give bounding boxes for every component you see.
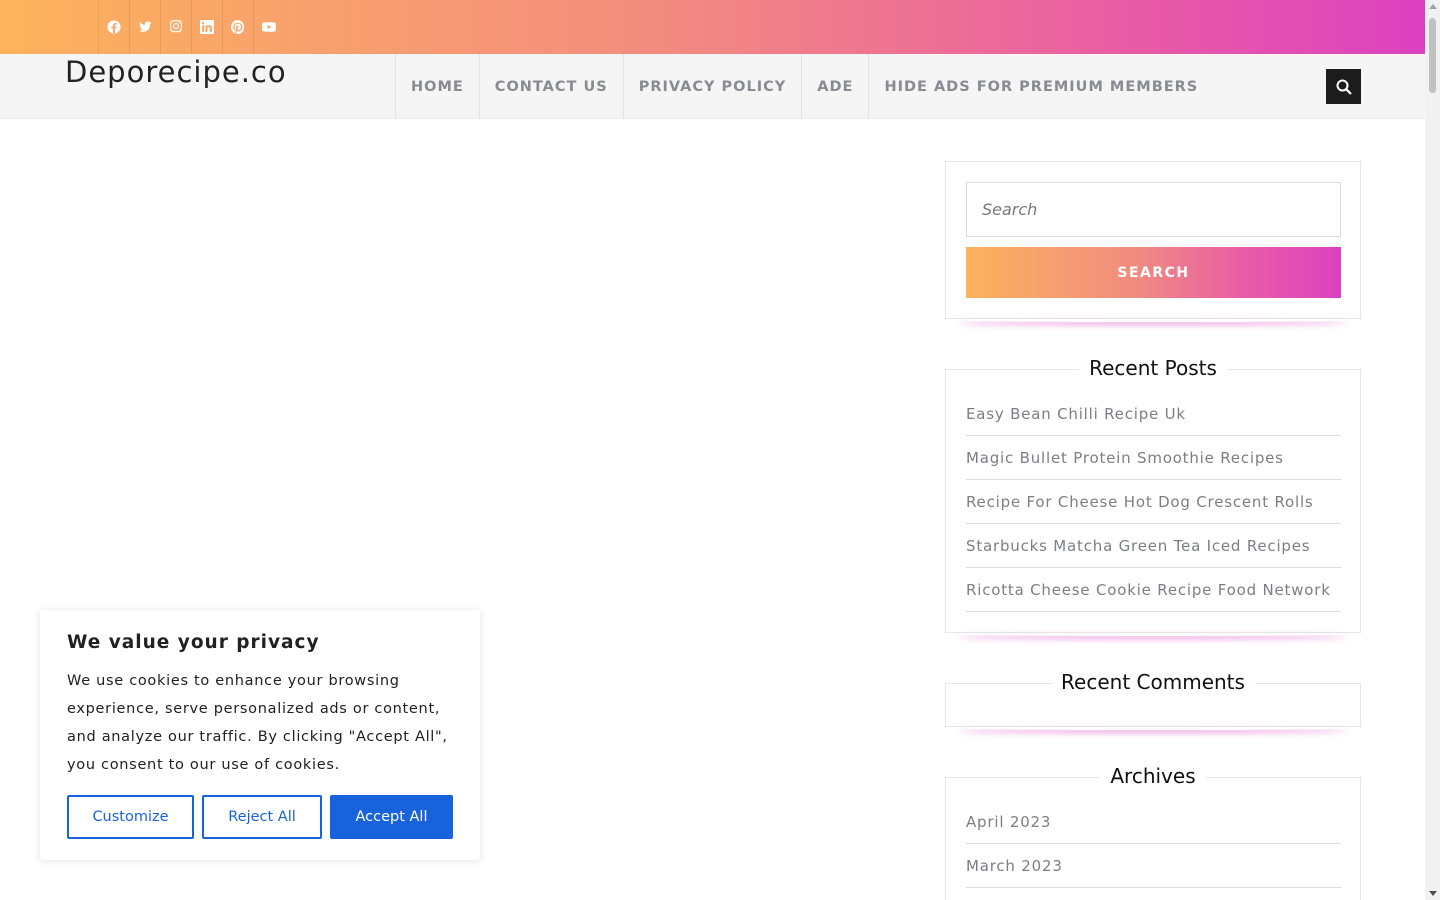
cookie-consent-banner: We value your privacy We use cookies to …	[40, 610, 480, 860]
pinterest-icon[interactable]	[222, 0, 253, 54]
archive-link[interactable]: March 2023	[966, 844, 1341, 888]
accept-all-button[interactable]: Accept All	[330, 795, 453, 839]
reject-all-button[interactable]: Reject All	[202, 795, 322, 839]
twitter-icon[interactable]	[129, 0, 160, 54]
nav-item-ade[interactable]: ADE	[801, 54, 868, 119]
youtube-icon[interactable]	[253, 0, 284, 54]
archives-title-wrap: Archives	[946, 764, 1360, 788]
nav-item-home[interactable]: HOME	[395, 54, 479, 119]
archives-list: April 2023 March 2023	[966, 800, 1341, 888]
recent-post-link[interactable]: Starbucks Matcha Green Tea Iced Recipes	[966, 524, 1341, 568]
recent-comments-title-wrap: Recent Comments	[946, 670, 1360, 694]
recent-post-link[interactable]: Ricotta Cheese Cookie Recipe Food Networ…	[966, 568, 1341, 612]
recent-post-link[interactable]: Recipe For Cheese Hot Dog Crescent Rolls	[966, 480, 1341, 524]
instagram-icon[interactable]	[160, 0, 191, 54]
recent-post-link[interactable]: Easy Bean Chilli Recipe Uk	[966, 392, 1341, 436]
customize-button[interactable]: Customize	[67, 795, 194, 839]
scroll-up-arrow-icon[interactable]	[1429, 4, 1437, 9]
site-header: Deporecipe.co HOME CONTACT US PRIVACY PO…	[0, 54, 1425, 119]
top-bar	[0, 0, 1425, 54]
cookie-title: We value your privacy	[67, 632, 320, 653]
page-scrollbar[interactable]	[1425, 0, 1440, 900]
recent-post-link[interactable]: Magic Bullet Protein Smoothie Recipes	[966, 436, 1341, 480]
facebook-icon[interactable]	[98, 0, 129, 54]
search-widget: SEARCH	[945, 161, 1361, 319]
archive-link[interactable]: April 2023	[966, 800, 1341, 844]
cookie-text: We use cookies to enhance your browsing …	[67, 673, 448, 773]
nav-item-privacy-policy[interactable]: PRIVACY POLICY	[622, 54, 802, 119]
scrollbar-thumb[interactable]	[1429, 18, 1436, 93]
search-submit-button[interactable]: SEARCH	[966, 247, 1341, 298]
search-input[interactable]	[966, 182, 1341, 237]
search-icon	[1336, 79, 1352, 95]
recent-posts-widget: Recent Posts Easy Bean Chilli Recipe Uk …	[945, 356, 1361, 633]
recent-posts-title-wrap: Recent Posts	[946, 356, 1360, 380]
nav-item-contact-us[interactable]: CONTACT US	[478, 54, 623, 119]
main-nav: HOME CONTACT US PRIVACY POLICY ADE HIDE …	[395, 54, 1213, 119]
site-logo[interactable]: Deporecipe.co	[65, 55, 287, 89]
archives-title: Archives	[1100, 764, 1206, 788]
recent-posts-list: Easy Bean Chilli Recipe Uk Magic Bullet …	[966, 392, 1341, 612]
header-search-button[interactable]	[1326, 69, 1361, 104]
recent-posts-title: Recent Posts	[1079, 356, 1227, 380]
scroll-down-arrow-icon[interactable]	[1429, 891, 1437, 896]
recent-comments-widget: Recent Comments	[945, 670, 1361, 727]
linkedin-icon[interactable]	[191, 0, 222, 54]
nav-item-hide-ads[interactable]: HIDE ADS FOR PREMIUM MEMBERS	[868, 54, 1213, 119]
recent-comments-title: Recent Comments	[1051, 670, 1255, 694]
social-links	[98, 0, 284, 54]
archives-widget: Archives April 2023 March 2023	[945, 764, 1361, 900]
